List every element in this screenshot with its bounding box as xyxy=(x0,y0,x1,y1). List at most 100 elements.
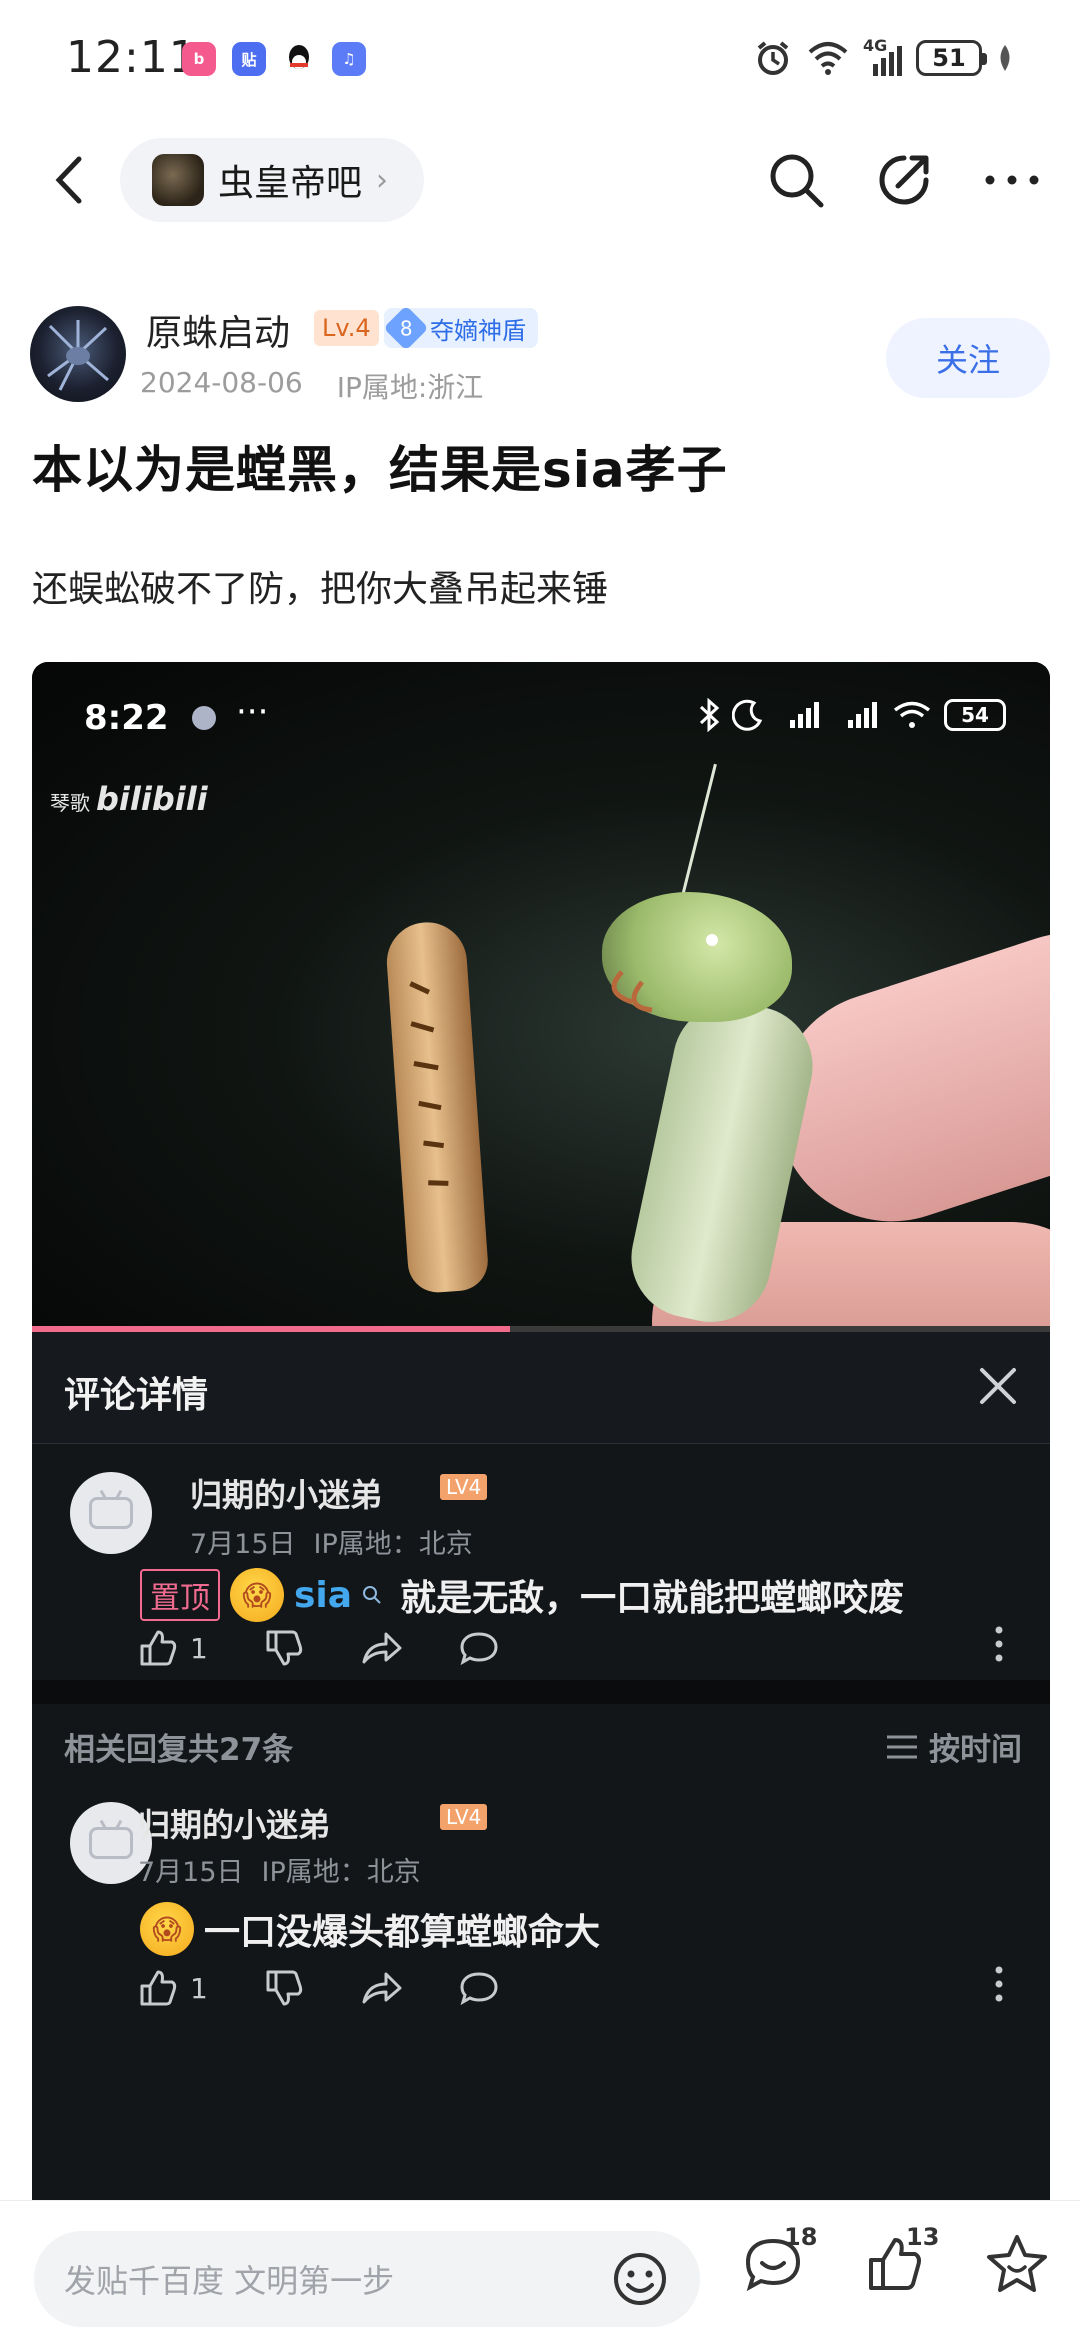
like-post-button[interactable]: 13 xyxy=(860,2223,939,2299)
comment-author[interactable]: 归期的小迷弟 xyxy=(190,1470,382,1516)
forum-name: 虫皇帝吧 xyxy=(218,163,363,204)
embedded-app-icon xyxy=(192,706,216,730)
share-button[interactable] xyxy=(872,148,936,212)
author-name[interactable]: 原蛛启动 xyxy=(146,304,290,356)
comment-content: 😱 一口没爆头都算螳螂命大 xyxy=(140,1902,600,1956)
status-bar: 12:11 b 贴 ♫ 4G 51 xyxy=(0,0,1080,120)
bottom-action-bar: 发贴千百度 文明第一步 18 13 xyxy=(0,2200,1080,2340)
reply-placeholder: 发贴千百度 文明第一步 xyxy=(64,2262,395,2300)
forum-avatar xyxy=(152,154,204,206)
like-count: 1 xyxy=(190,1971,208,2005)
watermark-uploader: 琴歌 xyxy=(50,791,90,815)
status-indicators: 4G 51 xyxy=(753,36,1014,78)
comment-meta: 7月15日 IP属地：北京 xyxy=(138,1850,421,1889)
mention-link[interactable]: sia xyxy=(294,1575,352,1616)
follow-button[interactable]: 关注 xyxy=(886,318,1050,398)
section-divider xyxy=(32,1680,1050,1704)
like-count: 1 xyxy=(190,1631,208,1665)
medal-level-icon: 8 xyxy=(383,305,429,351)
battery-indicator: 51 xyxy=(916,40,987,76)
comment-ip: IP属地：北京 xyxy=(261,1857,421,1888)
comment-ip: IP属地：北京 xyxy=(313,1529,473,1560)
ip-location: IP属地:浙江 xyxy=(336,371,484,404)
mantis-head xyxy=(602,892,792,1022)
embedded-status-indicators: 54 xyxy=(698,698,1006,732)
status-time: 12:11 xyxy=(66,32,198,83)
search-icon xyxy=(770,154,824,208)
medal-name: 夺嫡神盾 xyxy=(430,316,526,345)
forward-icon[interactable] xyxy=(360,1968,402,2008)
close-icon[interactable] xyxy=(974,1362,1022,1410)
reply-input[interactable]: 发贴千百度 文明第一步 xyxy=(34,2231,700,2327)
watermark-brand: bilibili xyxy=(96,780,208,818)
like-button[interactable]: 1 xyxy=(138,1628,208,1668)
comment-item: 归期的小迷弟 LV4 7月15日 IP属地：北京 置顶 😱 sia 就是无敌，一… xyxy=(32,1444,1050,1680)
comment-actions: 1 xyxy=(138,1968,500,2008)
emoji-icon[interactable] xyxy=(610,2249,670,2309)
reply-bubble-icon[interactable] xyxy=(458,1968,500,2008)
thumbs-down-icon[interactable] xyxy=(264,1968,304,2008)
search-button[interactable] xyxy=(764,148,828,212)
comment-actions: 1 xyxy=(138,1628,500,1668)
like-button[interactable]: 1 xyxy=(138,1968,208,2008)
sort-button[interactable]: 按时间 xyxy=(885,1724,1022,1769)
comment-level-badge: LV4 xyxy=(440,1804,488,1830)
more-button[interactable] xyxy=(980,148,1044,212)
top-navigation: 虫皇帝吧 › xyxy=(0,130,1080,230)
comment-text: 一口没爆头都算螳螂命大 xyxy=(204,1912,601,1953)
comment-detail-title: 评论详情 xyxy=(64,1375,209,1416)
post-image[interactable]: 8:22 ··· 54 琴歌 bilibili 评论详情 归期的小迷弟 LV4 7… xyxy=(32,662,1050,2222)
nav-actions xyxy=(764,148,1044,212)
comment-author[interactable]: 归期的小迷弟 xyxy=(138,1800,330,1846)
embedded-video-frame: 8:22 ··· 54 琴歌 bilibili xyxy=(32,662,1050,1332)
comment-date: 7月15日 xyxy=(190,1529,296,1560)
comment-meta: 7月15日 IP属地：北京 xyxy=(190,1522,473,1561)
share-icon xyxy=(879,155,929,205)
reply-bubble-icon[interactable] xyxy=(458,1628,500,1668)
comment-text: 就是无敌，一口就能把螳螂咬废 xyxy=(400,1578,905,1619)
comment-content: 置顶 😱 sia 就是无敌，一口就能把螳螂咬废 xyxy=(140,1568,904,1622)
embedded-battery: 54 xyxy=(944,699,1006,731)
comment-item: 归期的小迷弟 LV4 7月15日 IP属地：北京 😱 一口没爆头都算螳螂命大 1 xyxy=(32,1784,1050,2222)
back-button[interactable] xyxy=(40,152,96,208)
post-title: 本以为是螳黑，结果是sia孝子 xyxy=(32,441,728,499)
thumbs-down-icon[interactable] xyxy=(264,1628,304,1668)
alarm-icon xyxy=(757,41,789,75)
mantis-foreleg xyxy=(384,919,490,1295)
author-avatar[interactable] xyxy=(30,306,126,402)
medal-badge[interactable]: 8 夺嫡神盾 xyxy=(383,305,538,351)
comment-level-badge: LV4 xyxy=(440,1474,488,1500)
star-icon xyxy=(987,2235,1047,2292)
comment-count: 18 xyxy=(784,2223,818,2251)
bilibili-icon: b xyxy=(182,42,216,76)
bottom-actions: 18 13 xyxy=(738,2223,1052,2299)
more-icon xyxy=(985,175,1039,185)
post-date: 2024-08-06 xyxy=(140,366,303,399)
medal-level: 8 xyxy=(399,315,413,340)
kebab-icon[interactable] xyxy=(994,1624,1004,1664)
sort-label: 按时间 xyxy=(929,1732,1022,1768)
wifi-icon xyxy=(893,701,931,728)
moon-icon xyxy=(732,699,763,731)
replies-bar: 相关回复共27条 按时间 xyxy=(32,1704,1050,1784)
chevron-left-icon xyxy=(55,156,82,204)
avatar[interactable] xyxy=(70,1472,152,1554)
leaf-icon xyxy=(1000,45,1010,71)
comment-button[interactable]: 18 xyxy=(738,2223,817,2299)
favorite-button[interactable] xyxy=(982,2229,1052,2299)
wifi-icon xyxy=(808,42,848,75)
forward-icon[interactable] xyxy=(360,1628,402,1668)
kebab-icon[interactable] xyxy=(994,1964,1004,2004)
list-icon xyxy=(887,1735,917,1758)
shocked-emoji-icon: 😱 xyxy=(140,1902,194,1956)
comment-date: 7月15日 xyxy=(138,1857,244,1888)
like-count: 13 xyxy=(906,2223,940,2251)
forum-chip[interactable]: 虫皇帝吧 › xyxy=(120,138,425,222)
level-badge: Lv.4 xyxy=(314,310,379,346)
cellular-icon: 4G xyxy=(863,36,902,76)
search-mini-icon xyxy=(363,1586,381,1604)
status-app-icons: b 贴 ♫ xyxy=(182,42,366,76)
pinned-badge: 置顶 xyxy=(140,1569,220,1621)
replies-count: 相关回复共27条 xyxy=(64,1732,294,1768)
music-icon: ♫ xyxy=(332,42,366,76)
